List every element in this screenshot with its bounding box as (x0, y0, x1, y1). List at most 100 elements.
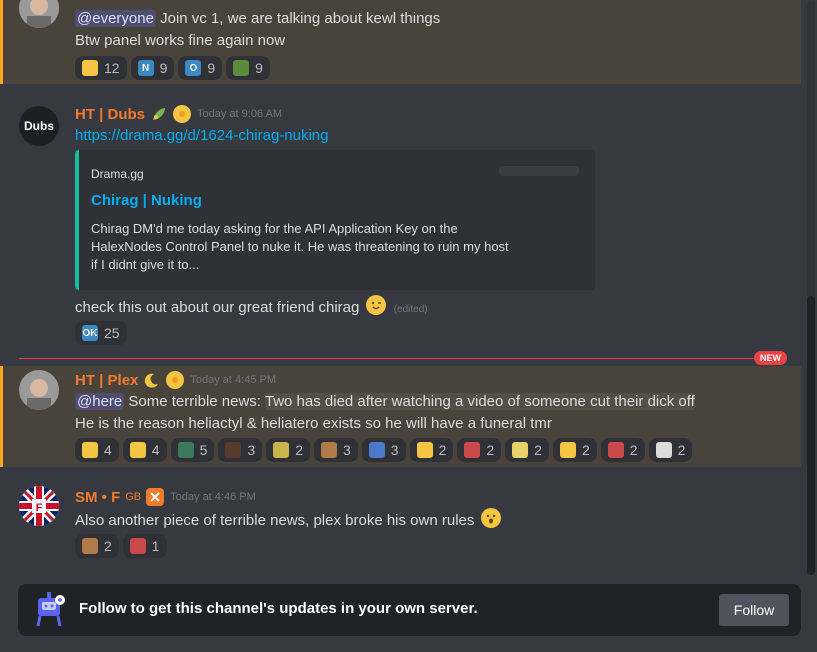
letter-o-emoji: O (185, 60, 202, 76)
reaction-count: 1 (151, 538, 160, 554)
reaction-count: 2 (629, 442, 638, 458)
message-line: @everyone Join vc 1, we are talking abou… (75, 8, 440, 30)
reaction-button[interactable]: OK 25 (75, 321, 127, 345)
crescent-moon-icon (143, 371, 161, 389)
reaction-button[interactable]: N9 (130, 56, 175, 80)
avatar-text: Dubs (24, 119, 54, 133)
reaction-bar: 12 N 9 O 9 9 (75, 56, 270, 80)
timestamp[interactable]: Today at 4:46 PM (170, 491, 256, 503)
reaction-button[interactable]: 2 (75, 534, 119, 558)
message-line: Also another piece of terrible news, ple… (75, 508, 501, 532)
new-messages-badge: NEW (754, 351, 787, 365)
mention-everyone[interactable]: @everyone (75, 10, 156, 27)
embed-description: Chirag DM'd me today asking for the API … (91, 221, 509, 272)
timestamp[interactable]: Today at 4:45 PM (190, 374, 276, 386)
custom-emoji (512, 442, 529, 458)
reaction-button[interactable]: 9 (226, 56, 270, 80)
reaction-count: 3 (342, 442, 351, 458)
message-group-plex-here: HT | Plex Today at 4:45 PM @here Some te… (0, 366, 801, 467)
megaphone-robot-icon (32, 590, 66, 628)
unamused-emoji (82, 60, 98, 76)
mention-here[interactable]: @here (75, 393, 125, 410)
shield-badge-icon (146, 488, 165, 506)
custom-emoji (129, 538, 146, 554)
reaction-count: 3 (390, 442, 399, 458)
custom-emoji (177, 442, 194, 458)
custom-emoji (233, 60, 250, 76)
author-name[interactable]: HT | Plex (75, 372, 138, 389)
avatar[interactable]: Dubs (19, 106, 59, 146)
follow-button[interactable]: Follow (719, 594, 789, 626)
author-line: HT | Dubs Today at 9:06 AM (75, 103, 282, 125)
avatar[interactable] (19, 0, 59, 28)
message-group-sm: F SM • F GB Today at 4:46 PM Also anothe… (0, 482, 801, 562)
message-text: Also another piece of terrible news, ple… (75, 512, 475, 529)
message-text: Some terrible news: (124, 393, 265, 410)
reaction-count: 2 (534, 442, 542, 458)
reaction-count: 2 (104, 538, 112, 554)
scrollbar-thumb[interactable] (807, 296, 815, 575)
sunglasses-emoji (416, 442, 433, 458)
reaction-count: 2 (438, 442, 447, 458)
message-text: check this out about our great friend ch… (75, 299, 360, 316)
reaction-button[interactable]: 1 (122, 534, 167, 558)
reaction-button[interactable]: 4 (122, 438, 167, 462)
reaction-count: 4 (104, 442, 112, 458)
rofl-emoji (559, 442, 576, 458)
message-link[interactable]: https://drama.gg/d/1624-chirag-nuking (75, 125, 328, 147)
message-group-plex-everyone: @everyone Join vc 1, we are talking abou… (0, 0, 801, 84)
reaction-count: 12 (104, 60, 120, 76)
ok-button-emoji: OK (82, 325, 98, 341)
avatar[interactable]: F (19, 486, 59, 526)
message-text: Join vc 1, we are talking about kewl thi… (155, 10, 441, 27)
trollface-emoji (655, 442, 672, 458)
custom-emoji (273, 442, 290, 458)
union-jack-avatar-icon: F (19, 486, 59, 526)
reaction-count: 2 (581, 442, 590, 458)
leaf-emoji-icon (150, 105, 168, 123)
message-line: Btw panel works fine again now (75, 32, 286, 49)
embed-title[interactable]: Chirag | Nuking (91, 192, 202, 209)
edited-label: (edited) (393, 304, 428, 315)
custom-emoji (368, 442, 385, 458)
message-line: He is the reason heliactyl & heliatero e… (75, 415, 552, 432)
avatar[interactable] (19, 370, 59, 410)
reaction-button[interactable]: 2 (648, 438, 693, 462)
yum-emoji (129, 442, 146, 458)
reaction-button[interactable]: 2 (409, 438, 454, 462)
reaction-count: 2 (295, 442, 303, 458)
follow-channel-bar: Follow to get this channel's updates in … (18, 584, 801, 636)
reaction-button[interactable]: 5 (170, 438, 215, 462)
astonished-face-icon (480, 508, 501, 528)
reaction-count: 2 (486, 442, 495, 458)
reaction-button[interactable]: 12 (75, 56, 127, 80)
author-name[interactable]: SM • F (75, 489, 120, 506)
link-embed: Drama.gg Chirag | Nuking Chirag DM'd me … (75, 150, 595, 290)
embed-provider[interactable]: Drama.gg (91, 167, 144, 181)
author-name[interactable]: HT | Dubs (75, 106, 145, 123)
loudly-crying-emoji (82, 442, 98, 458)
reaction-button[interactable]: 2 (505, 438, 549, 462)
letter-n-emoji: N (137, 60, 154, 76)
timestamp[interactable]: Today at 9:06 AM (197, 108, 282, 120)
reaction-button[interactable]: O9 (178, 56, 223, 80)
reaction-button[interactable]: 2 (552, 438, 597, 462)
reaction-button[interactable]: 2 (457, 438, 502, 462)
custom-emoji (225, 442, 242, 458)
sun-badge-icon (166, 371, 185, 389)
reaction-button[interactable]: 2 (266, 438, 310, 462)
reaction-count: 25 (104, 325, 120, 341)
avatar-photo-icon (19, 370, 59, 410)
reaction-button[interactable]: 2 (600, 438, 645, 462)
reaction-bar: 4 4 5 3 2 3 3 2 2 2 2 2 2 (75, 438, 693, 462)
reaction-button[interactable]: 3 (313, 438, 358, 462)
reaction-button[interactable]: 3 (361, 438, 406, 462)
author-line: HT | Plex Today at 4:45 PM (75, 369, 276, 391)
embed-thumbnail[interactable] (499, 166, 579, 176)
reaction-count: 3 (247, 442, 256, 458)
reaction-bar: 21 (75, 534, 167, 558)
winking-face-icon (365, 295, 386, 315)
sun-badge-icon (173, 105, 192, 123)
reaction-button[interactable]: 3 (218, 438, 263, 462)
reaction-button[interactable]: 4 (75, 438, 119, 462)
